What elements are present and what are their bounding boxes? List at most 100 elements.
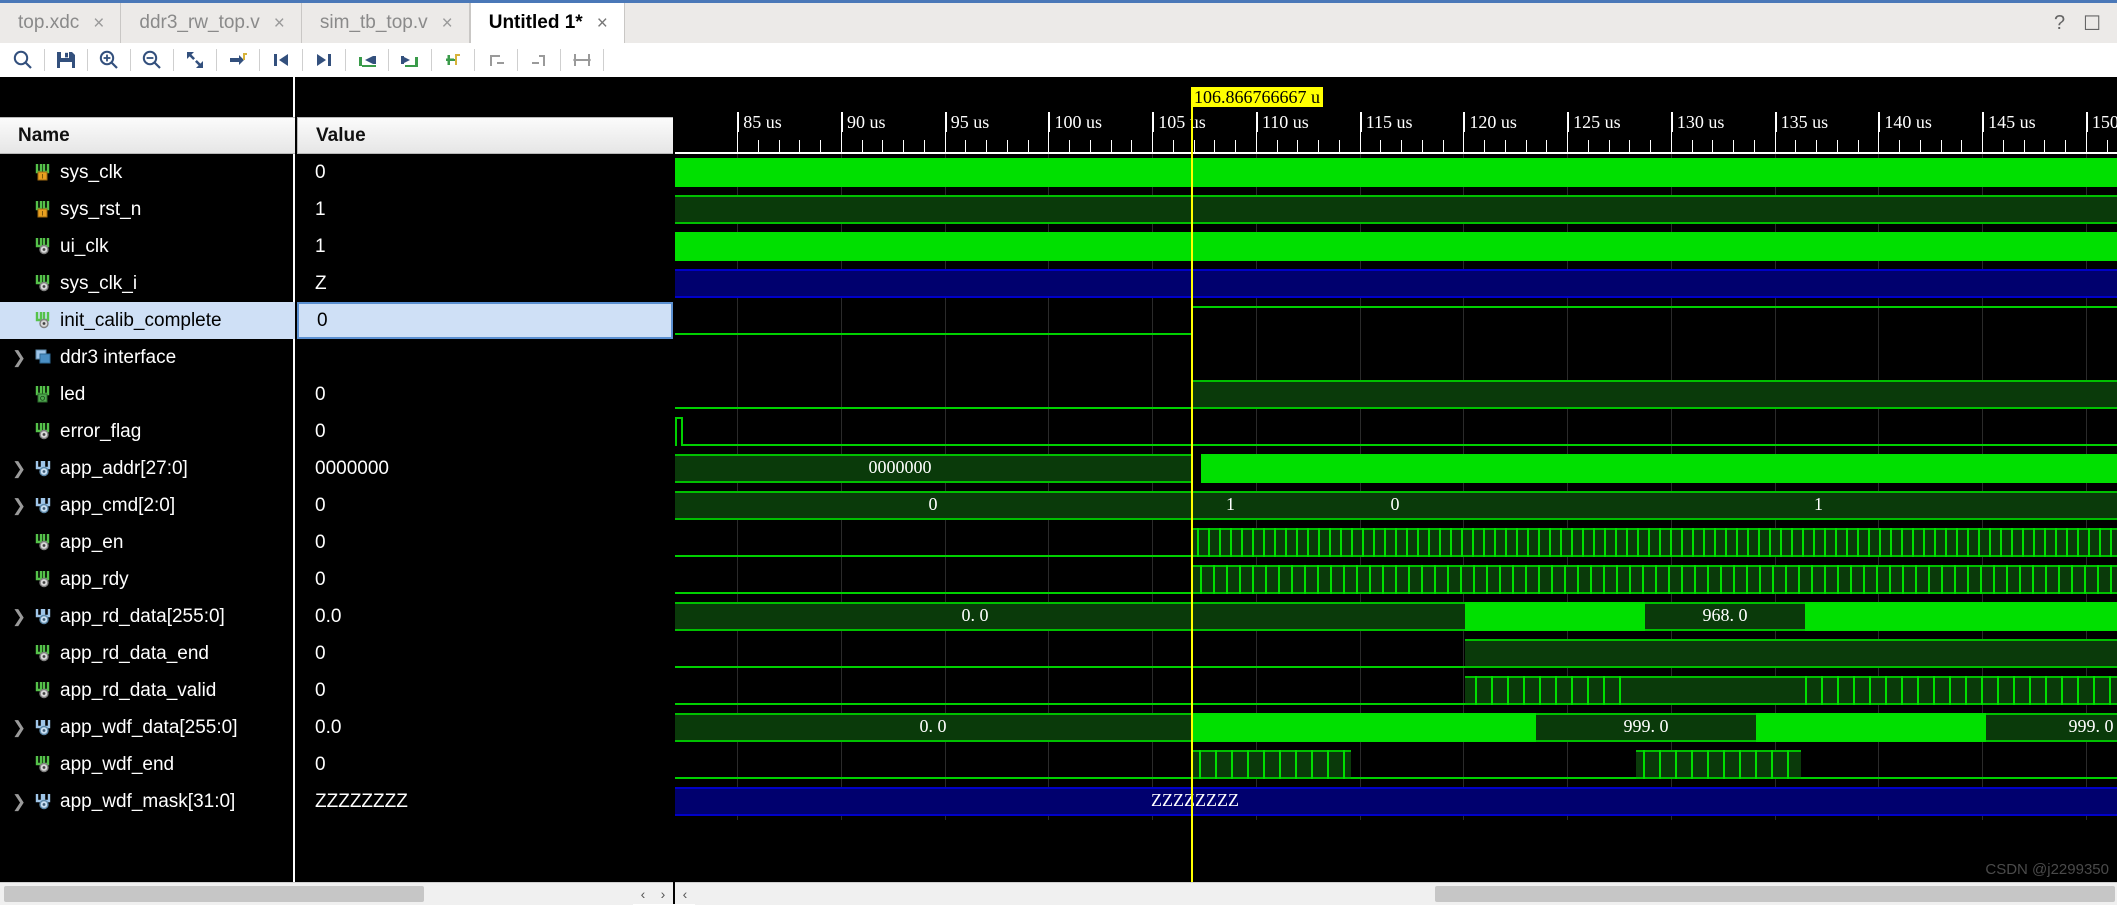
previous-transition-icon[interactable] — [264, 46, 298, 74]
waveform-row-ddr3-interface[interactable] — [675, 339, 2117, 376]
measure-span-icon[interactable] — [565, 46, 599, 74]
waveform-row-sys-rst-n[interactable] — [675, 191, 2117, 228]
waveform-row-app-en[interactable] — [675, 524, 2117, 561]
scroll-thumb[interactable] — [4, 885, 424, 902]
column-header-name[interactable]: Name — [0, 117, 295, 154]
signal-row-app-en[interactable]: ❯ app_en 0 — [0, 524, 673, 561]
signal-name-cell[interactable]: ❯ app_wdf_end — [0, 746, 295, 783]
name-panel-hscrollbar[interactable]: ‹ › — [0, 882, 673, 905]
column-header-value[interactable]: Value — [297, 117, 673, 154]
signal-row-sys-clk[interactable]: ❯ Isys_clk 0 — [0, 154, 673, 191]
time-ruler[interactable]: 85 us 90 us 95 us 100 us 105 us 110 us 115 us 1… — [675, 77, 2117, 154]
signal-name-cell[interactable]: ❯ error_flag — [0, 413, 295, 450]
signal-value-cell[interactable]: 1 — [297, 191, 673, 228]
save-icon[interactable] — [49, 46, 83, 74]
signal-value-cell[interactable]: 0 — [297, 561, 673, 598]
add-marker-right-icon[interactable] — [393, 46, 427, 74]
move-marker-right-icon[interactable] — [522, 46, 556, 74]
signal-value-cell[interactable]: 0 — [297, 154, 673, 191]
waveform-row-app-rdy[interactable] — [675, 561, 2117, 598]
signal-row-app-addr-27-0-[interactable]: ❯ app_addr[27:0] 0000000 — [0, 450, 673, 487]
chevron-right-icon[interactable]: ❯ — [8, 348, 30, 368]
signal-value-cell[interactable]: 0 — [297, 672, 673, 709]
signal-name-cell[interactable]: ❯ sys_clk_i — [0, 265, 295, 302]
signal-value-cell[interactable]: 0.0 — [297, 598, 673, 635]
chevron-right-icon[interactable]: ❯ — [8, 496, 30, 516]
tab-top-xdc[interactable]: top.xdc × — [0, 3, 122, 43]
close-icon[interactable]: × — [597, 14, 608, 33]
scroll-track[interactable] — [695, 882, 2117, 905]
scroll-left-arrow[interactable]: ‹ — [633, 883, 653, 905]
signal-row-ui-clk[interactable]: ❯ ui_clk 1 — [0, 228, 673, 265]
signal-row-app-rd-data-valid[interactable]: ❯ app_rd_data_valid 0 — [0, 672, 673, 709]
signal-name-cell[interactable]: ❯ app_rd_data_end — [0, 635, 295, 672]
signal-value-cell[interactable]: Z — [297, 265, 673, 302]
waveform-row-app-rd-data-255-0-[interactable]: 0. 0 968. 0 — [675, 598, 2117, 635]
chevron-right-icon[interactable]: ❯ — [8, 459, 30, 479]
signal-name-cell[interactable]: ❯ app_addr[27:0] — [0, 450, 295, 487]
signal-value-cell[interactable]: 0 — [297, 524, 673, 561]
close-icon[interactable]: × — [274, 14, 285, 33]
waveform-row-app-wdf-data-255-0-[interactable]: 0. 0 999. 0 999. 0 — [675, 709, 2117, 746]
waveform-canvas[interactable]: 85 us 90 us 95 us 100 us 105 us 110 us 115 us 1… — [675, 77, 2117, 904]
signal-value-cell[interactable] — [297, 339, 673, 376]
signal-name-cell[interactable]: ❯ Isys_rst_n — [0, 191, 295, 228]
close-icon[interactable]: × — [442, 14, 453, 33]
waveform-row-init-calib-complete[interactable] — [675, 302, 2117, 339]
signal-name-cell[interactable]: ❯ ddr3 interface — [0, 339, 295, 376]
next-transition-icon[interactable] — [307, 46, 341, 74]
signal-row-app-cmd-2-0-[interactable]: ❯ app_cmd[2:0] 0 — [0, 487, 673, 524]
scroll-track[interactable] — [0, 882, 633, 905]
waveform-row-app-rd-data-end[interactable] — [675, 635, 2117, 672]
signal-value-cell[interactable]: 0 — [297, 635, 673, 672]
signal-name-cell[interactable]: ❯ app_wdf_data[255:0] — [0, 709, 295, 746]
signal-value-cell[interactable]: 0 — [297, 376, 673, 413]
tab-untitled-1[interactable]: Untitled 1* × — [469, 3, 625, 43]
scroll-right-arrow[interactable]: › — [653, 883, 673, 905]
waveform-row-app-wdf-mask-31-0-[interactable]: ZZZZZZZZ — [675, 783, 2117, 820]
zoom-fit-icon[interactable] — [178, 46, 212, 74]
waveform-row-error-flag[interactable] — [675, 413, 2117, 450]
signal-value-cell[interactable]: 0.0 — [297, 709, 673, 746]
signal-value-cell[interactable]: 0000000 — [297, 450, 673, 487]
chevron-right-icon[interactable]: ❯ — [8, 792, 30, 812]
add-marker-left-icon[interactable] — [350, 46, 384, 74]
search-icon[interactable] — [6, 46, 40, 74]
cursor-marker[interactable] — [1190, 87, 1193, 904]
signal-name-cell[interactable]: ❯ ui_clk — [0, 228, 295, 265]
signal-name-cell[interactable]: ❯ app_cmd[2:0] — [0, 487, 295, 524]
zoom-out-icon[interactable] — [135, 46, 169, 74]
maximize-icon[interactable]: ☐ — [2083, 11, 2101, 36]
question-icon[interactable]: ? — [2054, 12, 2065, 35]
scroll-thumb[interactable] — [1435, 885, 2115, 902]
waveform-row-sys-clk-i[interactable] — [675, 265, 2117, 302]
signal-row-app-wdf-end[interactable]: ❯ app_wdf_end 0 — [0, 746, 673, 783]
waveform-row-led[interactable] — [675, 376, 2117, 413]
signal-row-init-calib-complete[interactable]: ❯ init_calib_complete 0 — [0, 302, 673, 339]
signal-value-cell[interactable]: ZZZZZZZZ — [297, 783, 673, 820]
signal-name-cell[interactable]: ❯ app_rdy — [0, 561, 295, 598]
signal-name-cell[interactable]: ❯ init_calib_complete — [0, 302, 295, 339]
signal-name-cell[interactable]: ❯ app_rd_data_valid — [0, 672, 295, 709]
scroll-left-arrow[interactable]: ‹ — [675, 883, 695, 905]
add-marker-icon[interactable] — [436, 46, 470, 74]
signal-value-cell[interactable]: 0 — [297, 487, 673, 524]
signal-row-sys-clk-i[interactable]: ❯ sys_clk_i Z — [0, 265, 673, 302]
waveform-row-app-cmd-2-0-[interactable]: 0 1 0 1 — [675, 487, 2117, 524]
waveform-row-ui-clk[interactable] — [675, 228, 2117, 265]
signal-value-cell[interactable]: 0 — [297, 413, 673, 450]
chevron-right-icon[interactable]: ❯ — [8, 718, 30, 738]
chevron-right-icon[interactable]: ❯ — [8, 607, 30, 627]
signal-row-app-rd-data-end[interactable]: ❯ app_rd_data_end 0 — [0, 635, 673, 672]
waveform-row-app-wdf-end[interactable] — [675, 746, 2117, 783]
waveform-hscrollbar[interactable]: ‹ — [675, 882, 2117, 905]
signal-name-cell[interactable]: ❯ app_en — [0, 524, 295, 561]
signal-name-cell[interactable]: ❯ Isys_clk — [0, 154, 295, 191]
tab-sim-tb-top-v[interactable]: sim_tb_top.v × — [301, 3, 470, 43]
waveform-row-app-addr-27-0-[interactable]: 0000000 — [675, 450, 2117, 487]
signal-row-sys-rst-n[interactable]: ❯ Isys_rst_n 1 — [0, 191, 673, 228]
waveform-row-app-rd-data-valid[interactable] — [675, 672, 2117, 709]
signal-name-cell[interactable]: ❯ app_rd_data[255:0] — [0, 598, 295, 635]
close-icon[interactable]: × — [93, 14, 104, 33]
zoom-in-icon[interactable] — [92, 46, 126, 74]
